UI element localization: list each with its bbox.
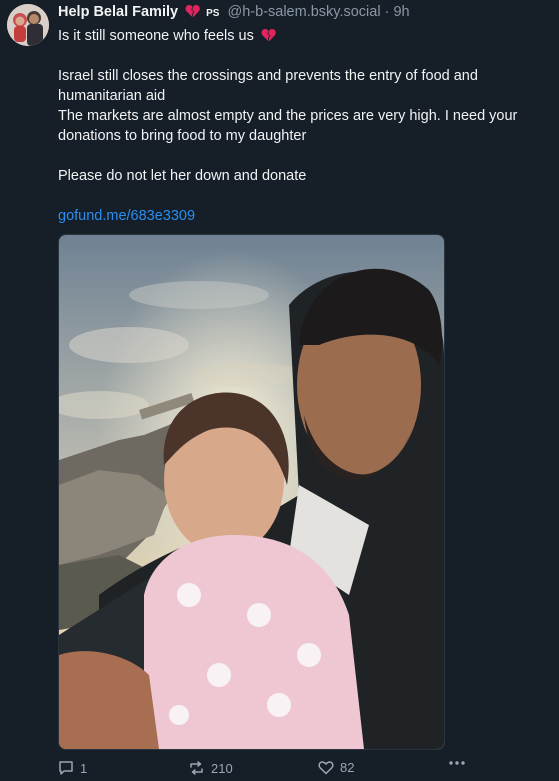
like-icon (318, 761, 334, 775)
more-button[interactable] (448, 760, 466, 766)
reply-button[interactable]: 1 (58, 760, 87, 776)
post-line: The markets are almost empty and the pri… (58, 108, 518, 144)
repost-count: 210 (211, 760, 233, 776)
post: Help Belal Family PS @h-b-salem.bsky.soc… (0, 0, 559, 781)
author-name[interactable]: Help Belal Family (58, 4, 178, 20)
post-line: Is it still someone who feels us (58, 26, 552, 46)
reply-icon (59, 761, 73, 775)
donation-link[interactable]: gofund.me/683e3309 (58, 208, 195, 224)
broken-heart-icon (185, 5, 200, 18)
post-actions: 1 210 82 (58, 760, 478, 778)
author-suffix: PS (206, 8, 220, 19)
photo-illustration (59, 235, 444, 749)
post-time[interactable]: 9h (393, 4, 409, 20)
meta-separator: · (384, 4, 390, 20)
author-avatar[interactable] (7, 4, 49, 46)
repost-button[interactable]: 210 (188, 760, 233, 776)
broken-heart-icon (261, 29, 276, 42)
post-line: Israel still closes the crossings and pr… (58, 68, 478, 104)
repost-icon (190, 761, 203, 775)
post-header: Help Belal Family PS @h-b-salem.bsky.soc… (58, 3, 553, 23)
reply-count: 1 (80, 760, 88, 776)
post-image[interactable] (58, 234, 445, 750)
like-count: 82 (340, 760, 355, 775)
more-icon (449, 761, 465, 765)
post-line: Please do not let her down and donate (58, 168, 307, 184)
avatar-image (7, 4, 49, 46)
post-body: Is it still someone who feels us Israel … (58, 26, 552, 226)
like-button[interactable]: 82 (318, 760, 354, 775)
author-handle[interactable]: @h-b-salem.bsky.social (228, 4, 381, 20)
